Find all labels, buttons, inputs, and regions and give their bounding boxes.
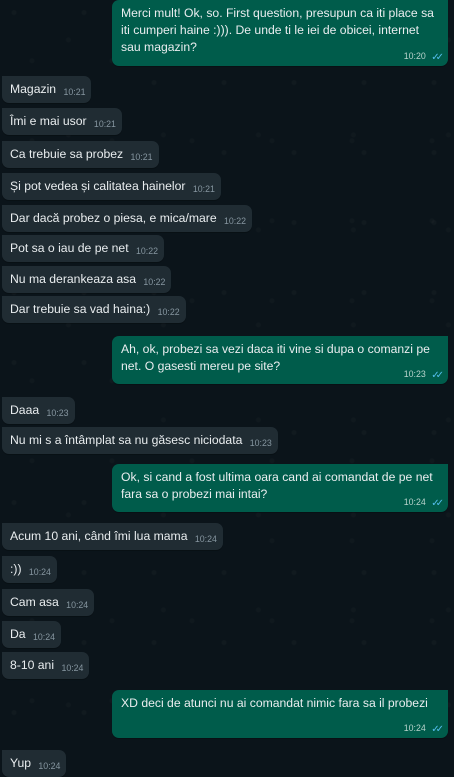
message-time: 10:21 [93, 119, 116, 129]
message-meta: 10:24 ✓✓ [403, 722, 444, 735]
incoming-message-mica-mare[interactable]: Dar dacă probez o piesa, e mica/mare 10:… [2, 205, 253, 232]
message-text: Pot sa o iau de pe net [10, 241, 129, 255]
incoming-message-magazin[interactable]: Magazin 10:21 [2, 76, 92, 103]
message-time: 10:24 [66, 600, 89, 610]
message-time: 10:24 [38, 761, 61, 771]
message-time: 10:24 [194, 534, 217, 544]
message-text: Și pot vedea și calitatea hainelor [10, 179, 186, 193]
message-text: Nu mi s a întâmplat sa nu găsesc nicioda… [10, 433, 243, 447]
message-time: 10:23 [403, 369, 426, 379]
outgoing-message-question-shopping[interactable]: Merci mult! Ok, so. First question, pres… [112, 0, 448, 66]
incoming-message-nu-gasesc[interactable]: Nu mi s a întâmplat sa nu găsesc nicioda… [2, 427, 278, 454]
message-text: Dar dacă probez o piesa, e mica/mare [10, 211, 217, 225]
double-check-icon: ✓✓ [431, 370, 444, 381]
message-time: 10:24 [403, 497, 426, 507]
message-time: 10:21 [130, 152, 153, 162]
incoming-message-yup[interactable]: Yup 10:24 [2, 750, 67, 777]
double-check-icon: ✓✓ [431, 724, 444, 735]
message-text: Yup [10, 756, 32, 770]
message-text: Merci mult! Ok, so. First question, pres… [121, 6, 434, 54]
message-text: Daaa [10, 403, 40, 417]
incoming-message-derankeaza[interactable]: Nu ma derankeaza asa 10:22 [2, 266, 172, 293]
message-time: 10:23 [249, 438, 272, 448]
incoming-message-acum-10-ani[interactable]: Acum 10 ani, când îmi lua mama 10:24 [2, 523, 223, 550]
incoming-message-mai-usor[interactable]: Îmi e mai usor 10:21 [2, 108, 122, 135]
message-text: 8-10 ani [10, 658, 55, 672]
message-text: XD deci de atunci nu ai comandat nimic f… [121, 696, 428, 710]
message-meta: 10:23 ✓✓ [403, 368, 444, 381]
message-text: Dar trebuie sa vad haina:) [10, 302, 151, 316]
message-text: Da [10, 627, 26, 641]
message-text: Ah, ok, probezi sa vezi daca iti vine si… [121, 342, 430, 373]
incoming-message-smile[interactable]: :)) 10:24 [2, 556, 57, 583]
message-text: Îmi e mai usor [10, 114, 87, 128]
outgoing-message-xd[interactable]: XD deci de atunci nu ai comandat nimic f… [112, 690, 448, 738]
incoming-message-calitate[interactable]: Și pot vedea și calitatea hainelor 10:21 [2, 173, 221, 200]
message-text: Cam asa [10, 595, 59, 609]
message-time: 10:20 [403, 51, 426, 61]
message-text: Ca trebuie sa probez [10, 147, 124, 161]
message-meta: 10:24 ✓✓ [403, 496, 444, 509]
message-time: 10:23 [46, 408, 69, 418]
message-text: Nu ma derankeaza asa [10, 272, 137, 286]
message-time: 10:22 [135, 246, 158, 256]
message-time: 10:24 [403, 723, 426, 733]
message-text: Acum 10 ani, când îmi lua mama [10, 529, 188, 543]
message-text: :)) [10, 562, 22, 576]
message-time: 10:24 [32, 632, 55, 642]
message-time: 10:24 [28, 567, 51, 577]
incoming-message-8-10-ani[interactable]: 8-10 ani 10:24 [2, 652, 90, 679]
double-check-icon: ✓✓ [431, 498, 444, 509]
incoming-message-probez[interactable]: Ca trebuie sa probez 10:21 [2, 141, 159, 168]
message-time: 10:22 [157, 307, 180, 317]
incoming-message-cam-asa[interactable]: Cam asa 10:24 [2, 589, 95, 616]
incoming-message-de-pe-net[interactable]: Pot sa o iau de pe net 10:22 [2, 235, 164, 262]
message-time: 10:21 [192, 184, 215, 194]
chat-area: Merci mult! Ok, so. First question, pres… [0, 0, 454, 777]
message-time: 10:21 [63, 87, 86, 97]
double-check-icon: ✓✓ [431, 52, 444, 63]
incoming-message-vad-haina[interactable]: Dar trebuie sa vad haina:) 10:22 [2, 296, 186, 323]
outgoing-message-ultima-oara[interactable]: Ok, si cand a fost ultima oara cand ai c… [112, 464, 448, 512]
outgoing-message-comanzi-pe-net[interactable]: Ah, ok, probezi sa vezi daca iti vine si… [112, 336, 448, 384]
message-meta: 10:20 ✓✓ [403, 50, 444, 63]
incoming-message-da[interactable]: Da 10:24 [2, 621, 61, 648]
incoming-message-daaa[interactable]: Daaa 10:23 [2, 397, 75, 424]
message-text: Ok, si cand a fost ultima oara cand ai c… [121, 470, 433, 501]
message-time: 10:22 [224, 216, 247, 226]
message-text: Magazin [10, 82, 57, 96]
message-time: 10:24 [61, 663, 84, 673]
message-time: 10:22 [143, 277, 166, 287]
